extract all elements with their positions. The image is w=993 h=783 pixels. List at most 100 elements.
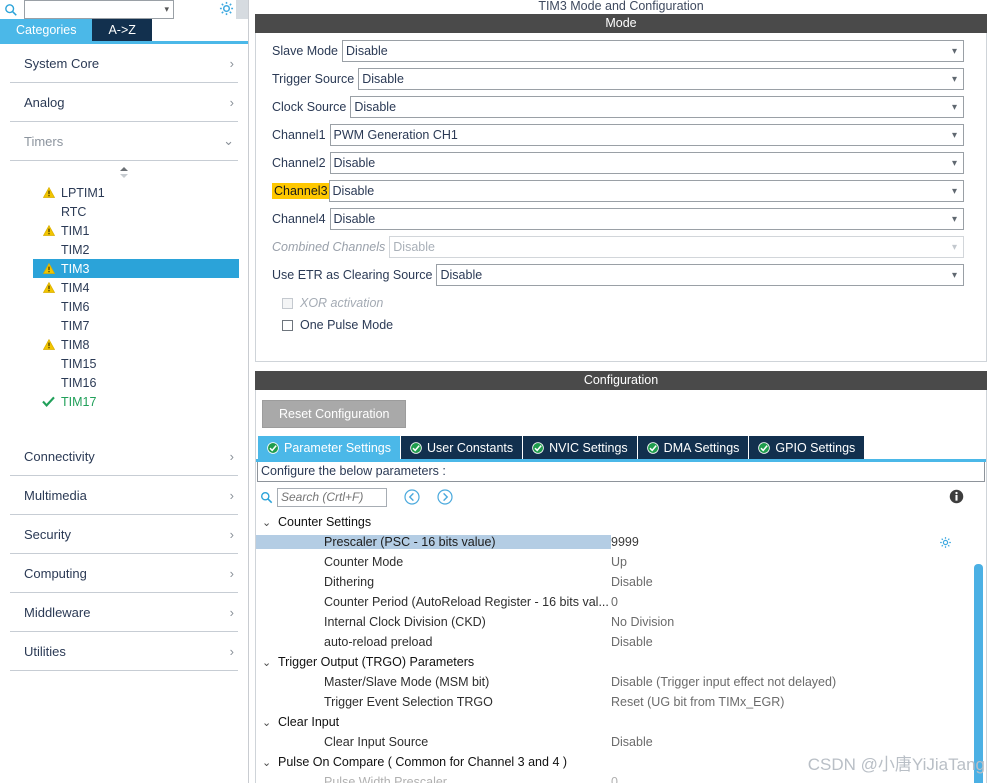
warning-icon: [42, 224, 55, 237]
trigger-source-select[interactable]: Disable ▾: [358, 68, 964, 90]
table-row[interactable]: auto-reload preload Disable: [256, 632, 986, 652]
mode-section-body: Slave Mode Disable ▾ Trigger Source Disa…: [255, 33, 987, 362]
use-etr-clearing-source-select[interactable]: Disable ▾: [436, 264, 964, 286]
timer-item-tim7[interactable]: TIM7: [34, 316, 238, 335]
sidebar-item-connectivity[interactable]: Connectivity ›: [10, 437, 238, 476]
one-pulse-mode-checkbox[interactable]: [282, 319, 293, 331]
sidebar-tab-categories[interactable]: Categories: [0, 19, 93, 41]
table-row[interactable]: Prescaler (PSC - 16 bits value) 9999: [256, 532, 986, 552]
timer-item-rtc[interactable]: RTC: [34, 202, 238, 221]
timers-list: LPTIM1 RTC TIM1 TIM2 TIM3 TIM4 TIM6 TIM7…: [10, 183, 239, 411]
chevron-left-circle-icon[interactable]: [404, 489, 420, 505]
table-row: Pulse Width Prescaler 0: [256, 772, 986, 783]
param-value: Disable: [611, 635, 653, 649]
chevron-down-icon: ▾: [951, 73, 957, 85]
check-circle-icon: [758, 441, 771, 454]
sidebar-item-security[interactable]: Security ›: [10, 515, 238, 554]
reset-configuration-button[interactable]: Reset Configuration: [262, 400, 407, 428]
tab-gpio-settings[interactable]: GPIO Settings: [749, 436, 866, 459]
configuration-tabs: Parameter Settings User Constants NVIC S…: [258, 436, 986, 459]
parameter-search-input[interactable]: [277, 487, 387, 507]
sidebar-category-list: System Core › Analog › Timers ⌄ LPTIM1 R…: [0, 44, 248, 671]
field-label: Clock Source: [272, 100, 347, 114]
field-value: Disable: [393, 240, 435, 254]
field-label: Use ETR as Clearing Source: [272, 268, 433, 282]
timer-item-tim16[interactable]: TIM16: [34, 373, 238, 392]
table-row[interactable]: Clear Input Source Disable: [256, 732, 986, 752]
clock-source-select[interactable]: Disable ▾: [350, 96, 964, 118]
sidebar-item-timers[interactable]: Timers ⌄: [10, 122, 238, 161]
field-row-slave-mode: Slave Mode Disable ▾: [256, 40, 986, 62]
slave-mode-select[interactable]: Disable ▾: [342, 40, 964, 62]
chevron-down-icon: ▾: [951, 45, 957, 57]
tree-group-counter-settings[interactable]: ⌄ Counter Settings: [256, 512, 986, 532]
param-name: Prescaler (PSC - 16 bits value): [256, 535, 611, 549]
tab-label: Parameter Settings: [284, 440, 391, 455]
table-row[interactable]: Dithering Disable: [256, 572, 986, 592]
search-icon: [261, 491, 273, 503]
timer-item-tim6[interactable]: TIM6: [34, 297, 238, 316]
param-name: Trigger Event Selection TRGO: [324, 695, 493, 709]
table-row[interactable]: Counter Period (AutoReload Register - 16…: [256, 592, 986, 612]
channel2-select[interactable]: Disable ▾: [329, 152, 964, 174]
field-row-channel2: Channel2 Disable ▾: [256, 152, 986, 174]
sidebar-item-analog[interactable]: Analog ›: [10, 83, 238, 122]
tree-group-label: Counter Settings: [278, 515, 372, 529]
chevron-right-icon: ›: [229, 565, 234, 581]
sidebar-item-multimedia[interactable]: Multimedia ›: [10, 476, 238, 515]
tab-dma-settings[interactable]: DMA Settings: [637, 436, 750, 459]
timers-scroll-spinner[interactable]: [10, 161, 238, 183]
tab-user-constants[interactable]: User Constants: [401, 436, 524, 459]
gear-icon[interactable]: [939, 536, 952, 549]
field-row-combined-channels: Combined Channels Disable ▾: [256, 236, 986, 258]
timer-label: TIM3: [61, 261, 90, 276]
timer-item-tim8[interactable]: TIM8: [34, 335, 238, 354]
table-row[interactable]: Trigger Event Selection TRGO Reset (UG b…: [256, 692, 986, 712]
blank-status-icon: [42, 205, 55, 218]
table-row[interactable]: Master/Slave Mode (MSM bit) Disable (Tri…: [256, 672, 986, 692]
sidebar-item-system-core[interactable]: System Core ›: [10, 44, 238, 83]
param-name: Counter Mode: [324, 555, 404, 569]
field-value: Disable: [333, 212, 376, 226]
checkbox-row-one-pulse-mode: One Pulse Mode: [256, 314, 986, 336]
sidebar-search-input[interactable]: ▾: [24, 0, 174, 19]
left-sidebar: ▾ Categories A->Z System Core › Analog ›: [0, 0, 249, 783]
channel1-select[interactable]: PWM Generation CH1 ▾: [329, 124, 964, 146]
param-name: Master/Slave Mode (MSM bit): [324, 675, 490, 689]
chevron-down-icon: ▾: [951, 213, 957, 225]
timer-item-tim15[interactable]: TIM15: [34, 354, 238, 373]
info-icon[interactable]: [949, 489, 964, 504]
tree-group-pulse-on-compare[interactable]: ⌄ Pulse On Compare ( Common for Channel …: [256, 752, 986, 772]
timer-label: TIM7: [61, 318, 90, 333]
check-circle-icon: [532, 441, 544, 454]
timer-item-tim2[interactable]: TIM2: [34, 240, 238, 259]
xor-activation-checkbox: [282, 297, 293, 309]
tab-parameter-settings[interactable]: Parameter Settings: [258, 436, 401, 459]
channel4-select[interactable]: Disable ▾: [329, 208, 964, 230]
sidebar-tab-a-to-z[interactable]: A->Z: [92, 19, 152, 41]
parameter-tree-scrollbar-thumb[interactable]: [974, 564, 983, 783]
tree-group-clear-input[interactable]: ⌄ Clear Input: [256, 712, 986, 732]
mode-section-header: Mode: [255, 14, 987, 33]
chevron-right-icon: ›: [229, 526, 234, 542]
sidebar-item-computing[interactable]: Computing ›: [10, 554, 238, 593]
sidebar-scroll-strip[interactable]: [236, 0, 248, 19]
sidebar-item-utilities[interactable]: Utilities ›: [10, 632, 238, 671]
timer-label: TIM17: [61, 394, 97, 409]
table-row[interactable]: Internal Clock Division (CKD) No Divisio…: [256, 612, 986, 632]
combined-channels-select: Disable ▾: [389, 236, 964, 258]
table-row[interactable]: Counter Mode Up: [256, 552, 986, 572]
tree-group-trigger-output-trgo-parameters[interactable]: ⌄ Trigger Output (TRGO) Parameters: [256, 652, 986, 672]
timer-item-tim4[interactable]: TIM4: [34, 278, 238, 297]
channel3-select[interactable]: Disable ▾: [328, 180, 964, 202]
gear-icon[interactable]: [219, 1, 234, 16]
timer-item-tim3[interactable]: TIM3: [33, 259, 239, 278]
timer-item-tim17[interactable]: TIM17: [34, 392, 238, 411]
chevron-right-circle-icon[interactable]: [437, 489, 453, 505]
sidebar-item-middleware[interactable]: Middleware ›: [10, 593, 238, 632]
field-label-highlighted: Channel3: [272, 183, 329, 199]
chevron-down-icon: ⌄: [262, 656, 272, 669]
timer-item-tim1[interactable]: TIM1: [34, 221, 238, 240]
timer-item-lptim1[interactable]: LPTIM1: [34, 183, 238, 202]
tab-nvic-settings[interactable]: NVIC Settings: [523, 436, 638, 459]
